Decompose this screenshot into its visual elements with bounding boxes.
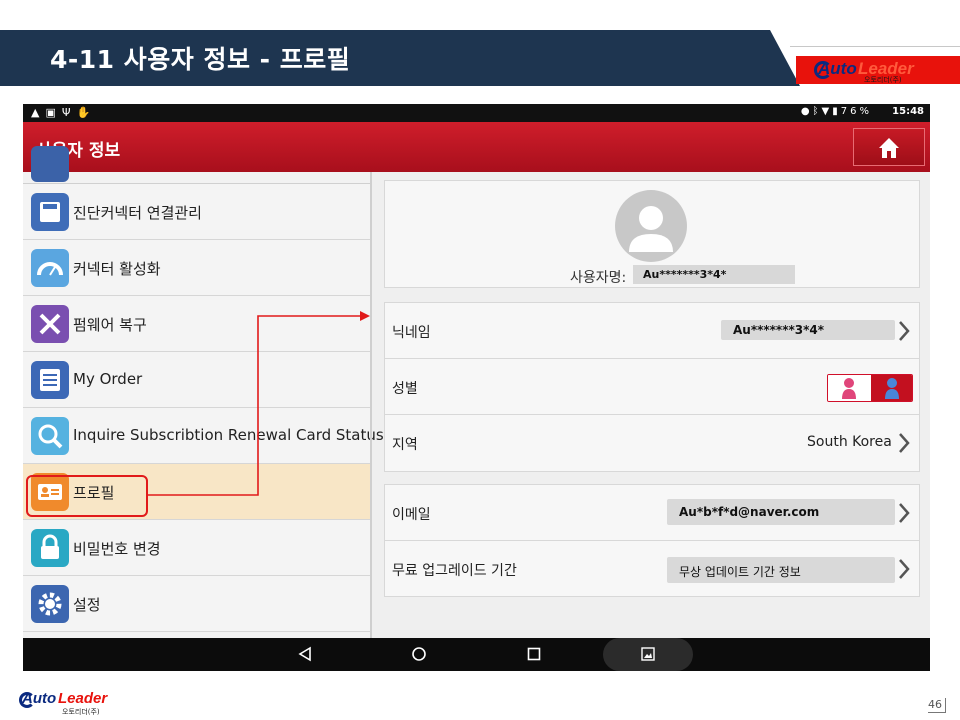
image-icon: ▣	[45, 106, 62, 119]
nickname-label: 닉네임	[392, 325, 431, 341]
email-label: 이메일	[392, 507, 431, 523]
person-icon	[629, 206, 673, 252]
logo-subtitle: 오토리더(주)	[62, 708, 100, 716]
gender-toggle[interactable]	[827, 374, 913, 402]
chevron-right-icon	[899, 559, 910, 579]
brand-logo-bottom: Auto Leader 오토리더(주)	[18, 690, 118, 718]
free-upgrade-row[interactable]: 무료 업그레이드 기간 무상 업데이트 기간 정보	[385, 541, 919, 597]
male-icon	[885, 378, 899, 399]
location-icon: ●	[800, 106, 813, 117]
profile-details-card: 닉네임 Au*******3*4* 성별 지역 South Korea	[384, 302, 920, 472]
bluetooth-icon: ᛒ	[812, 106, 822, 117]
free-upgrade-value: 무상 업데이트 기간 정보	[667, 557, 895, 583]
page-number: 46	[928, 698, 946, 713]
email-row[interactable]: 이메일 Au*b*f*d@naver.com	[385, 485, 919, 541]
gender-male-option[interactable]	[871, 375, 912, 401]
gauge-icon	[31, 249, 69, 287]
region-label: 지역	[392, 437, 418, 453]
back-icon[interactable]	[297, 646, 313, 662]
warning-icon: ▲	[31, 106, 46, 119]
wifi-icon: ▼	[821, 106, 833, 117]
gender-female-option[interactable]	[828, 375, 871, 401]
highlight-profile-box	[26, 475, 148, 517]
menu-item-label: 비밀번호 변경	[73, 540, 161, 558]
menu-item-label: 커넥터 활성화	[73, 260, 161, 278]
status-bar: ▲▣Ψ✋ ●ᛒ▼▮76% 15:48	[23, 104, 930, 122]
lock-icon	[31, 529, 69, 567]
status-left-icons: ▲▣Ψ✋	[31, 106, 96, 119]
chevron-right-icon	[899, 321, 910, 341]
avatar[interactable]	[615, 190, 687, 262]
battery-level: 76%	[840, 106, 872, 117]
account-details-card: 이메일 Au*b*f*d@naver.com 무료 업그레이드 기간 무상 업데…	[384, 484, 920, 597]
status-time: 15:48	[892, 106, 924, 117]
menu-item-change-password[interactable]: 비밀번호 변경	[23, 520, 370, 576]
brand-logo-top: Auto Leader 오토리더(주)	[796, 56, 960, 84]
username-value: Au*******3*4*	[633, 265, 795, 284]
navigation-bar	[23, 638, 930, 671]
menu-divider	[370, 172, 372, 638]
menu-item-label: Inquire Subscribtion Renewal Card Status	[73, 426, 384, 444]
hand-icon: ✋	[76, 106, 97, 119]
partial-icon	[31, 146, 69, 182]
menu-item-firmware-recovery[interactable]: 펌웨어 복구	[23, 296, 370, 352]
menu-item-connector-management[interactable]: 진단커넥터 연결관리	[23, 184, 370, 240]
menu-item-label: My Order	[73, 370, 143, 388]
menu-item-label: 설정	[73, 596, 101, 614]
home-icon	[879, 138, 899, 158]
screenshot-button[interactable]	[603, 638, 693, 671]
menu-item-settings[interactable]: 설정	[23, 576, 370, 632]
free-upgrade-label: 무료 업그레이드 기간	[392, 563, 517, 579]
region-value: South Korea	[807, 434, 892, 450]
gender-row: 성별	[385, 359, 919, 415]
app-bar: 사용자 정보	[23, 122, 930, 172]
menu-item-connector-activation[interactable]: 커넥터 활성화	[23, 240, 370, 296]
profile-header-card: 사용자명: Au*******3*4*	[384, 180, 920, 288]
region-row[interactable]: 지역 South Korea	[385, 415, 919, 471]
menu-item-partial[interactable]	[23, 146, 370, 184]
email-value: Au*b*f*d@naver.com	[667, 499, 895, 525]
menu-item-label: 펌웨어 복구	[73, 316, 147, 334]
magnifier-icon	[31, 417, 69, 455]
home-button[interactable]	[853, 128, 925, 166]
menu-item-my-order[interactable]: My Order	[23, 352, 370, 408]
tablet-screen: ▲▣Ψ✋ ●ᛒ▼▮76% 15:48 사용자 정보 진단커넥터 연결관리 커넥터…	[23, 104, 930, 671]
menu-item-renewal-card-status[interactable]: Inquire Subscribtion Renewal Card Status	[23, 408, 384, 464]
logo-word-auto: Auto	[818, 59, 857, 78]
logo-word-auto: Auto	[22, 690, 57, 707]
screenshot-icon	[641, 647, 655, 661]
chevron-right-icon	[899, 503, 910, 523]
sd-card-icon	[31, 193, 69, 231]
settings-menu: 진단커넥터 연결관리 커넥터 활성화 펌웨어 복구 My Order Inqui	[23, 146, 384, 638]
usb-icon: Ψ	[61, 106, 77, 119]
status-right-icons: ●ᛒ▼▮76%	[801, 106, 872, 117]
tools-icon	[31, 305, 69, 343]
chevron-right-icon	[899, 433, 910, 453]
nickname-row[interactable]: 닉네임 Au*******3*4*	[385, 303, 919, 359]
slide-title: 4-11 사용자 정보 - 프로필	[50, 45, 351, 74]
gear-icon	[31, 585, 69, 623]
menu-item-label: 진단커넥터 연결관리	[73, 204, 202, 222]
nickname-value: Au*******3*4*	[721, 320, 895, 340]
recents-icon[interactable]	[526, 646, 542, 662]
logo-subtitle: 오토리더(주)	[864, 76, 902, 84]
username-label: 사용자명:	[570, 270, 627, 286]
home-circle-icon[interactable]	[411, 646, 427, 662]
gender-label: 성별	[392, 381, 418, 397]
logo-word-leader: Leader	[58, 690, 108, 707]
order-list-icon	[31, 361, 69, 399]
header-rule	[790, 46, 960, 47]
battery-icon: ▮	[832, 106, 841, 117]
female-icon	[842, 378, 856, 399]
